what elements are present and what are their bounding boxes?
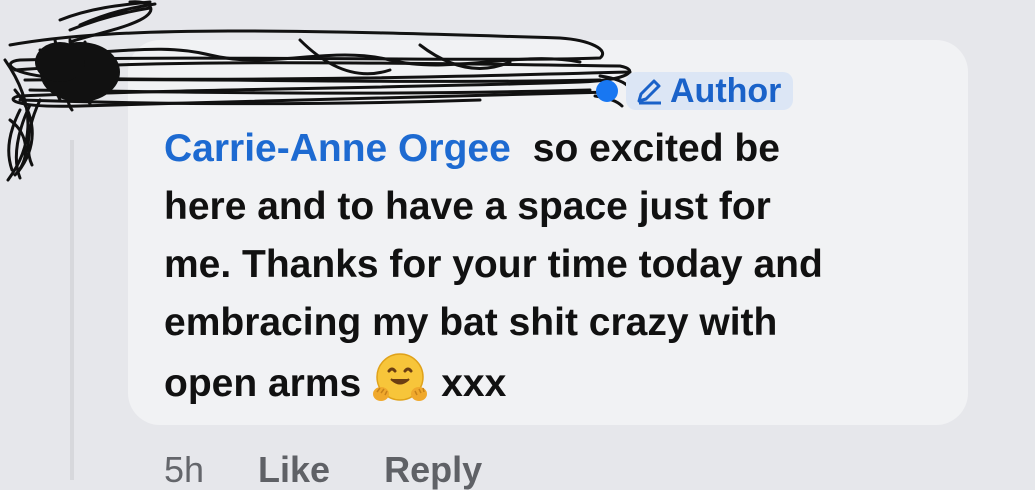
comment-text-line: open arms (164, 362, 362, 405)
comment-timestamp: 5h (164, 449, 205, 490)
pencil-icon (637, 79, 661, 105)
comment-line: Carrie-Anne Orgee so excited be (164, 120, 954, 178)
author-badge-row: Author (596, 72, 794, 110)
comment-line: here and to have a space just for (164, 185, 771, 228)
comment-line: me. Thanks for your time today and (164, 243, 823, 286)
comment-text-line: so excited be (532, 127, 780, 170)
hugging-face-emoji-icon (373, 353, 428, 401)
author-label: Author (670, 72, 782, 110)
comment-text: Carrie-Anne Orgee so excited be here and … (164, 120, 954, 413)
verified-badge-icon (596, 80, 618, 102)
reply-button[interactable]: Reply (384, 450, 482, 490)
author-badge: Author (626, 72, 794, 110)
like-button[interactable]: Like (258, 450, 330, 490)
thread-line (70, 140, 74, 480)
comment-actions: 5h Like Reply (164, 450, 482, 490)
comment-line: embracing my bat shit crazy with (164, 301, 778, 344)
mention-link[interactable]: Carrie-Anne Orgee (164, 127, 511, 170)
comment-trailing-text: xxx (441, 362, 507, 405)
comment-line: open arms xxx (164, 352, 954, 413)
